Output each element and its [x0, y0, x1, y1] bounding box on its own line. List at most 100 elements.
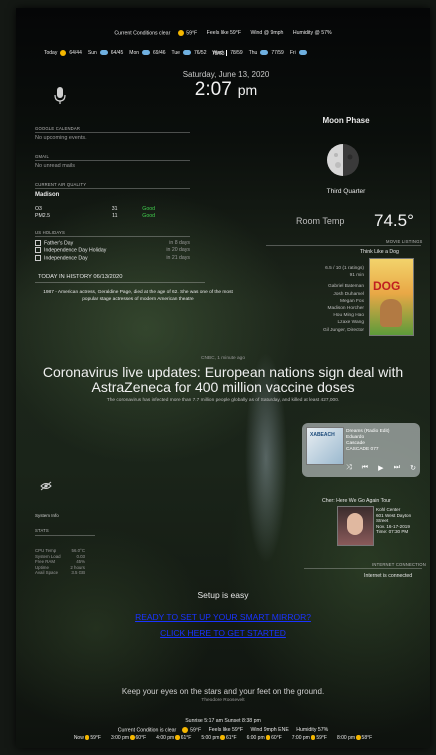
room-temp-label: Room Temp — [296, 216, 345, 226]
next-icon[interactable]: ⏭ — [394, 464, 400, 472]
divider — [304, 568, 422, 569]
air-quality-table: O3 31 Good PM2.5 11 Good — [35, 206, 155, 220]
track-info: Dreams (Radio Edit) Eduardo Cascade CASC… — [346, 429, 389, 453]
holiday-name: Independence Day Holiday — [44, 247, 107, 254]
play-icon[interactable]: ▶ — [378, 464, 383, 472]
forecast-extra: 75/63 — [212, 51, 225, 57]
email-empty: No unread mails — [35, 163, 76, 169]
track-extra: CASCADE 077 — [346, 447, 379, 452]
movie-cast: Gabriel Bateman Josh Duhamel Megan Fox Madi… — [294, 283, 364, 333]
sun-icon — [181, 727, 188, 733]
cloud-icon — [260, 50, 269, 56]
forecast-temps: 64/44 — [69, 50, 82, 56]
movie-poster[interactable]: DOG — [369, 258, 414, 336]
moon-phase-icon — [326, 143, 360, 182]
system-header: System Info — [35, 513, 59, 518]
air-quality-row: PM2.5 11 Good — [35, 213, 155, 220]
movie-rating: 6.5 / 10 (1 ratings) — [325, 266, 364, 271]
calendar-header: GOOGLE CALENDAR — [35, 126, 81, 131]
system-stats: CPU Temp 56.0°C System Load 0.03 Free RAM 45%… — [35, 548, 85, 576]
pollutant-status: Good — [142, 213, 155, 219]
holiday-when: in 8 days — [169, 240, 190, 246]
sun-icon — [220, 735, 225, 740]
hourly-temp: 59°F — [90, 735, 101, 741]
stat-row: Avail Space 3.5 GB — [35, 570, 85, 576]
email-header: GMAIL — [35, 154, 50, 159]
sun-times: Sunrise 5:17 am Sunset 8:38 pm — [185, 718, 261, 724]
event-address: 601 West Dayton Street — [376, 512, 412, 524]
forecast-day: Thu 77/59 — [249, 50, 284, 56]
clock-time: 2:07 — [194, 79, 232, 100]
room-temp-value: 74.5° — [374, 211, 414, 230]
sun-icon — [175, 735, 180, 740]
holiday-when: in 21 days — [166, 254, 190, 261]
pollutant-status: Good — [142, 206, 155, 212]
setup-link-row-2: CLICK HERE TO GET STARTED — [16, 628, 430, 638]
repeat-icon[interactable]: ↻ — [410, 464, 416, 472]
current-conditions: Current Conditions clear — [114, 30, 171, 37]
holiday-item: Independence Day in 21 days — [35, 254, 190, 262]
sun-icon — [84, 735, 90, 740]
magic-mirror-display: Current Conditions clear 59°F Feels like… — [16, 8, 430, 748]
holiday-name: Independence Day — [44, 255, 88, 262]
forecast-temps: 76/52 — [193, 50, 207, 56]
hourly-time: 3:00 pm — [110, 735, 130, 741]
hourly-time: 7:00 pm — [291, 735, 310, 741]
forecast-day: Sun 64/45 — [88, 50, 123, 56]
hourly-time: 6:00 pm — [246, 735, 265, 741]
forecast-temps: 69/46 — [153, 50, 166, 56]
event-details: Kohl Center 601 West Dayton Street Nov. … — [376, 507, 412, 535]
previous-icon[interactable]: ⏮ — [362, 464, 368, 472]
current-temp: 59°F — [186, 30, 198, 37]
sun-icon — [177, 30, 184, 36]
system-stats-header: Stats — [35, 528, 49, 533]
clock-ampm: pm — [237, 82, 258, 98]
quote-text: Keep your eyes on the stars and your fee… — [121, 687, 325, 696]
cast-member: Lzaxe Wang — [337, 320, 365, 326]
footer-humidity: Humidity 57% — [296, 727, 329, 734]
screen-frame: Current Conditions clear 59°F Feels like… — [0, 0, 436, 755]
sun-icon — [356, 735, 361, 740]
forecast-temps: 77/59 — [271, 50, 284, 56]
footer-condition: Current Condition is clear — [117, 727, 177, 734]
hourly-item: Now 59°F — [74, 735, 101, 741]
footer-current-weather: Current Condition is clear 59°F Feels li… — [16, 727, 430, 733]
cast-member: Gabriel Bateman — [328, 284, 364, 290]
current-weather-bar: Current Conditions clear 59°F Feels like… — [16, 30, 430, 36]
hourly-item: 8:00 pm 58°F — [337, 735, 372, 741]
event-time: Time: 07:30 PM — [376, 529, 409, 535]
internet-header: INTERNET CONNECTION — [372, 562, 426, 567]
cloud-icon — [142, 50, 151, 56]
forecast-day-name: Sun — [87, 50, 97, 56]
cast-member: Josh Duhamel — [333, 291, 364, 297]
holiday-left: Father's Day — [35, 240, 73, 247]
hourly-temp: 60°F — [135, 735, 147, 741]
hourly-time: Now — [73, 735, 84, 741]
holiday-item: Father's Day in 8 days — [35, 240, 190, 247]
hourly-temp: 58°F — [361, 735, 373, 741]
hourly-time: 8:00 pm — [336, 735, 356, 741]
shuffle-icon[interactable]: ⤨ — [346, 464, 352, 472]
music-player: XABEACH Dreams (Radio Edit) Eduardo Casc… — [302, 423, 420, 477]
hourly-item: 5:00 pm 61°F — [201, 735, 236, 741]
forecast-day-name: Thu — [248, 50, 258, 56]
player-controls: ⤨ ⏮ ▶ ⏭ ↻ — [346, 464, 416, 472]
moon-phase-name: Third Quarter — [326, 188, 366, 195]
microphone-icon[interactable] — [54, 87, 66, 110]
setup-link-ready[interactable]: READY TO SET UP YOUR SMART MIRROR? — [135, 612, 311, 622]
forecast-day: Mon 69/46 — [129, 50, 165, 56]
moon-title: Moon Phase — [322, 116, 370, 125]
sun-icon — [265, 735, 271, 740]
history-header: TODAY IN HISTORY 06/13/2020 — [38, 274, 123, 280]
forecast-day: Fri — [290, 50, 310, 56]
air-quality-row: O3 31 Good — [35, 206, 155, 213]
eye-off-icon[interactable] — [40, 478, 52, 496]
setup-link-start[interactable]: CLICK HERE TO GET STARTED — [160, 628, 286, 638]
sun-icon — [310, 735, 316, 740]
forecast-temps: 78/59 — [230, 50, 243, 56]
forecast-day-name: Fri — [289, 50, 296, 56]
holiday-item: Independence Day Holiday in 20 days — [35, 247, 190, 254]
forecast-temps: 64/45 — [110, 50, 124, 56]
sun-icon — [130, 735, 135, 740]
dog-image — [380, 299, 402, 327]
